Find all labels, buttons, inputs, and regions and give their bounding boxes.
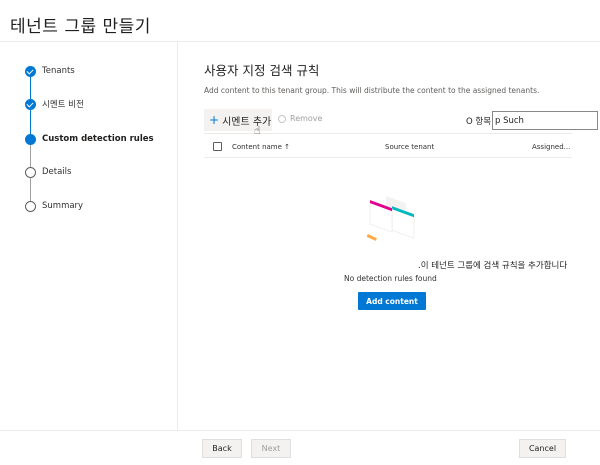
cancel-button[interactable]: Cancel [519, 439, 566, 458]
current-step-icon [25, 133, 36, 145]
step-label: Details [42, 167, 72, 177]
empty-state-message: No detection rules found [344, 274, 437, 283]
search-input[interactable] [492, 111, 598, 130]
column-header-assigned[interactable]: Assigned... [532, 143, 570, 151]
panel-header: 테넌트 그룹 만들기 [0, 0, 600, 42]
add-button-label: 시멘트 추가 [222, 116, 272, 128]
step-tenants[interactable]: Tenants [25, 64, 75, 78]
toolbar: + 시멘트 추가 ☝ Remove O 항목 [204, 108, 598, 137]
table-header: Content name ↑ Source tenant Assigned... [204, 136, 572, 158]
empty-circle-icon [25, 200, 36, 212]
section-title: 사용자 지정 검색 규칙 [204, 63, 320, 78]
select-all-checkbox[interactable] [213, 142, 222, 151]
remove-button-label: Remove [290, 114, 323, 123]
remove-icon [278, 114, 286, 123]
empty-circle-icon [25, 166, 36, 178]
step-label: Custom detection rules [42, 134, 154, 144]
step-label: Summary [42, 201, 84, 211]
search-label: O 항목 [466, 117, 492, 127]
add-content-button[interactable]: Add content [358, 292, 426, 310]
next-button[interactable]: Next [251, 439, 291, 458]
step-custom-detection-rules[interactable]: Custom detection rules [25, 132, 154, 146]
empty-state-overlay-text: .이 테넌트 그룹에 검색 규칙을 추가합니다 [418, 261, 568, 271]
step-vision[interactable]: 시멘트 비전 [25, 97, 84, 111]
step-label: Tenants [42, 66, 75, 76]
empty-state-illustration-icon [366, 196, 415, 241]
add-button[interactable]: + 시멘트 추가 [204, 109, 272, 131]
column-header-content-name[interactable]: Content name ↑ [232, 143, 290, 151]
wizard-footer: Back Next Cancel [0, 430, 600, 465]
plus-icon: + [209, 113, 220, 127]
check-circle-icon [25, 98, 36, 110]
step-label: 시멘트 비전 [42, 100, 84, 110]
remove-button[interactable]: Remove [278, 114, 322, 123]
check-circle-icon [25, 65, 36, 77]
step-summary[interactable]: Summary [25, 199, 83, 213]
section-description: Add content to this tenant group. This w… [204, 86, 540, 95]
main-content: 사용자 지정 검색 규칙 Add content to this tenant … [179, 42, 600, 430]
page-title: 테넌트 그룹 만들기 [10, 17, 151, 37]
wizard-steps: Tenants 시멘트 비전 Custom detection rules De… [0, 42, 178, 430]
step-details[interactable]: Details [25, 165, 71, 179]
column-header-source-tenant[interactable]: Source tenant [385, 143, 434, 151]
back-button[interactable]: Back [202, 439, 242, 458]
